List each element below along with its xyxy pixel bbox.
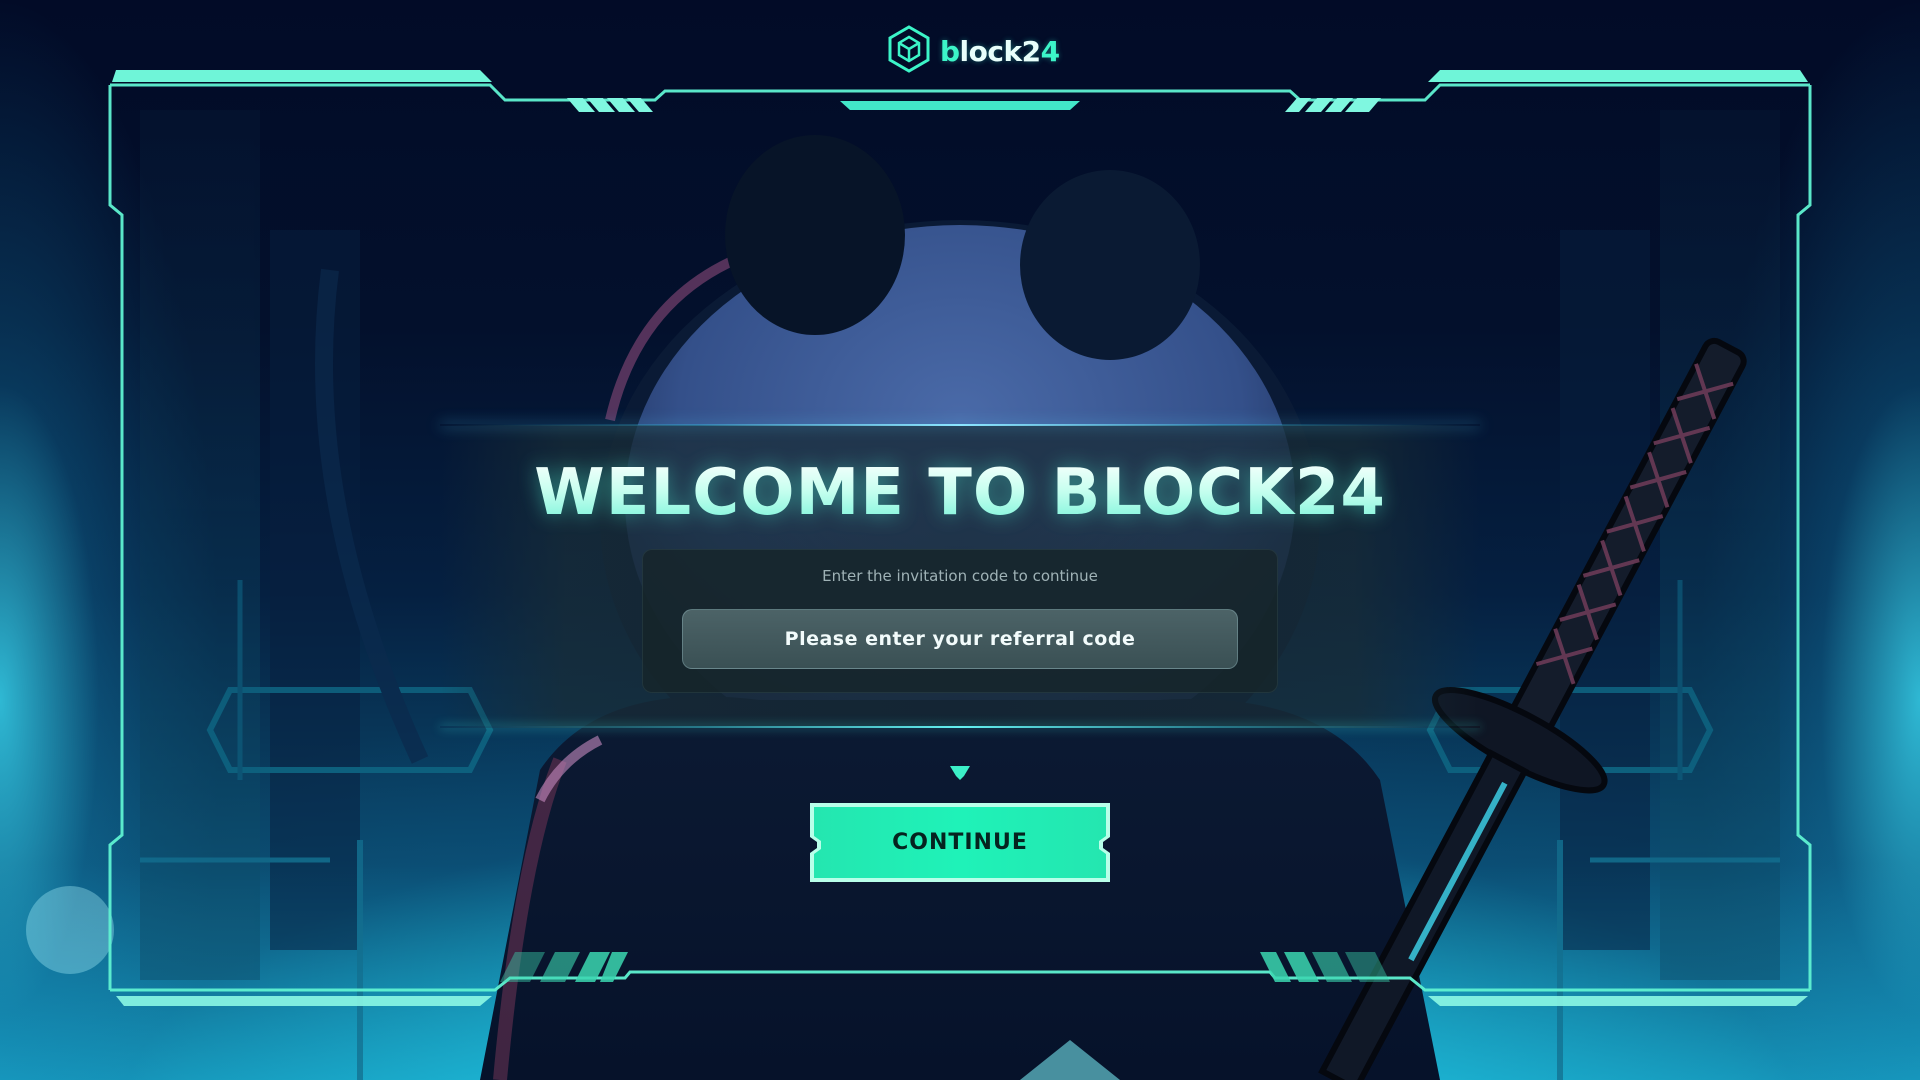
referral-code-input[interactable]: [682, 609, 1238, 669]
triangle-down-icon: [950, 766, 970, 780]
left-architecture: [140, 110, 494, 1080]
hexagon-cube-icon: [886, 24, 932, 78]
panel-top-glow-line: [440, 424, 1480, 426]
brand-wordmark-b: b: [940, 34, 960, 68]
brand-wordmark-rest: lock2: [959, 34, 1042, 68]
app-screen: block24 WELCOME TO BLOCK24 Enter the inv…: [0, 0, 1920, 1080]
continue-button[interactable]: CONTINUE: [810, 803, 1110, 882]
invitation-code-card: Enter the invitation code to continue: [642, 549, 1278, 693]
continue-button-label: CONTINUE: [892, 830, 1028, 855]
invitation-hint: Enter the invitation code to continue: [822, 567, 1098, 585]
brand-wordmark: block24: [940, 35, 1060, 68]
brand-wordmark-4: 4: [1040, 34, 1060, 68]
panel-bottom-glow-line: [440, 726, 1480, 728]
brand-logo[interactable]: block24: [886, 24, 1060, 78]
welcome-title: WELCOME TO BLOCK24: [440, 456, 1480, 530]
